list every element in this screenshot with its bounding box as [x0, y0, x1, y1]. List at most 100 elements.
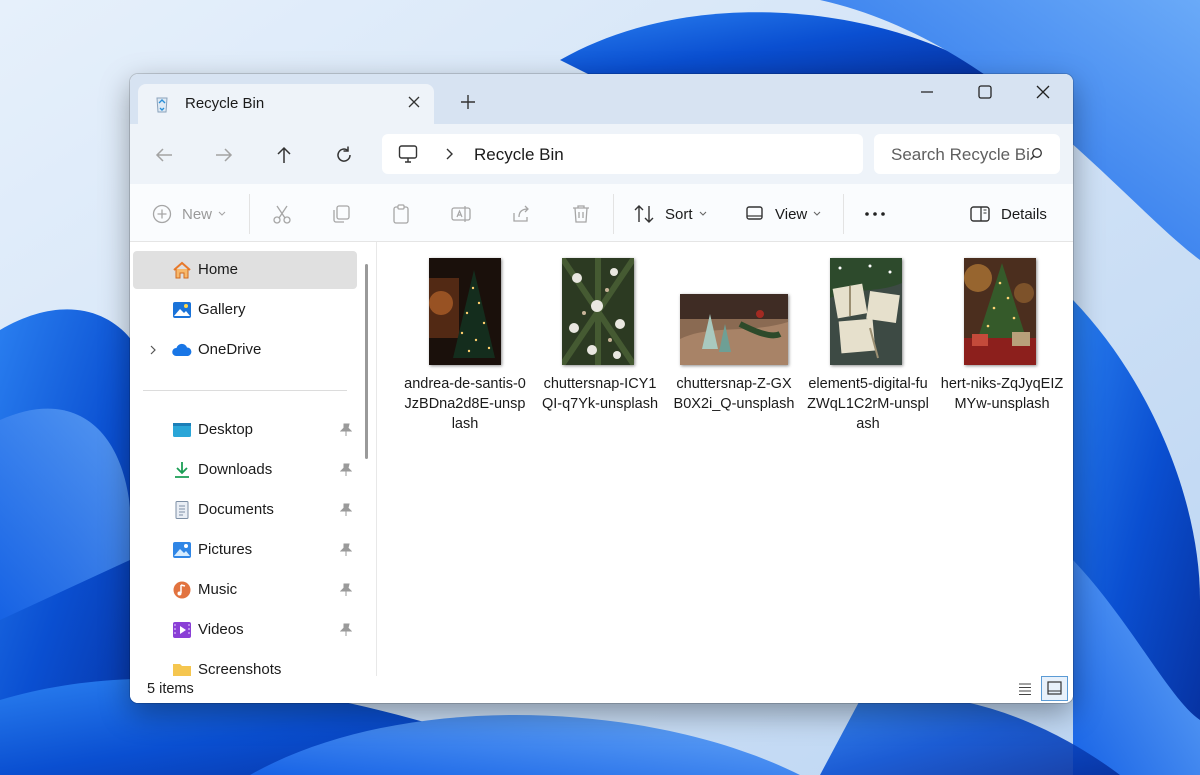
delete-icon[interactable] — [570, 203, 592, 225]
pin-icon[interactable] — [340, 463, 352, 477]
file-list: andrea-de-santis-0JzBDna2d8E-unsplash ch… — [377, 242, 1073, 676]
file-explorer-window: Recycle Bin Recycle Bin Search Recycle B… — [130, 74, 1073, 703]
view-icon — [746, 206, 763, 220]
file-name: element5-digital-fuZWqL1C2rM-unsplash — [807, 376, 929, 432]
view-label: View — [775, 205, 808, 223]
forward-arrow-icon[interactable] — [213, 144, 235, 166]
new-button[interactable]: New — [152, 203, 226, 225]
pin-icon[interactable] — [340, 583, 352, 597]
file-thumbnail — [806, 256, 930, 368]
christmas-tree-gifts-thumbnail — [964, 258, 1036, 365]
file-name: chuttersnap-Z-GXB0X2i_Q-unsplash — [673, 376, 795, 412]
file-item[interactable]: element5-digital-fuZWqL1C2rM-unsplash — [806, 256, 930, 436]
large-icons-view-icon — [1047, 681, 1062, 695]
sidebar-item-pictures[interactable]: Pictures — [133, 531, 357, 569]
onedrive-icon — [172, 343, 192, 356]
chevron-down-icon — [218, 211, 226, 216]
chevron-right-icon[interactable] — [149, 345, 157, 355]
back-arrow-icon[interactable] — [153, 144, 175, 166]
close-tab-icon[interactable] — [404, 92, 424, 112]
maximize-icon[interactable] — [970, 82, 1000, 102]
sidebar-item-gallery[interactable]: Gallery — [133, 291, 357, 329]
file-name: hert-niks-ZqJyqEIZMYw-unsplash — [940, 376, 1064, 412]
tab-title: Recycle Bin — [185, 95, 265, 112]
sidebar-item-label: Downloads — [198, 461, 273, 478]
sidebar-item-label: Screenshots — [198, 661, 282, 676]
sort-button[interactable]: Sort — [633, 203, 707, 225]
christmas-tree-dark-thumbnail — [429, 258, 501, 365]
christmas-ornaments-thumbnail — [562, 258, 634, 365]
sort-label: Sort — [665, 205, 693, 223]
refresh-icon[interactable] — [333, 144, 355, 166]
status-bar: 5 items — [130, 676, 1073, 703]
pin-icon[interactable] — [340, 503, 352, 517]
sidebar-item-label: Music — [198, 581, 238, 598]
details-pane-button[interactable]: Details — [969, 203, 1047, 225]
sidebar-item-label: Videos — [198, 621, 244, 638]
sidebar-item-home[interactable]: Home — [133, 251, 357, 289]
tab-recycle-bin[interactable]: Recycle Bin — [138, 84, 434, 124]
more-options-icon[interactable] — [863, 203, 887, 225]
sidebar-item-downloads[interactable]: Downloads — [133, 451, 357, 489]
sidebar-item-desktop[interactable]: Desktop — [133, 411, 357, 449]
home-icon — [173, 261, 191, 279]
sidebar-item-music[interactable]: Music — [133, 571, 357, 609]
navigation-pane: Home Gallery OneDrive Desktop Downloads … — [130, 242, 376, 676]
minimize-icon[interactable] — [912, 82, 942, 102]
sidebar-item-screenshots[interactable]: Screenshots — [133, 651, 357, 676]
pin-icon[interactable] — [340, 543, 352, 557]
title-bar: Recycle Bin — [130, 74, 1073, 124]
sidebar-divider — [143, 390, 347, 391]
close-window-icon[interactable] — [1028, 82, 1058, 102]
search-icon[interactable] — [1029, 147, 1043, 161]
file-name: chuttersnap-ICY1QI-q7Yk-unsplash — [541, 376, 659, 412]
sidebar-item-onedrive[interactable]: OneDrive — [133, 331, 357, 369]
sidebar-item-label: Documents — [198, 501, 274, 518]
details-view-icon[interactable] — [1018, 682, 1032, 696]
file-item[interactable]: hert-niks-ZqJyqEIZMYw-unsplash — [940, 256, 1064, 436]
file-thumbnail — [940, 256, 1064, 368]
sidebar-item-label: Desktop — [198, 421, 254, 438]
rename-icon[interactable] — [450, 203, 472, 225]
add-circle-icon — [152, 204, 172, 224]
large-icons-view-button[interactable] — [1041, 676, 1068, 701]
address-bar[interactable]: Recycle Bin — [382, 134, 863, 174]
desktop-icon — [173, 423, 191, 437]
recycle-bin-icon — [156, 97, 168, 113]
chevron-down-icon — [813, 211, 821, 216]
file-item[interactable]: chuttersnap-ICY1QI-q7Yk-unsplash — [538, 256, 662, 436]
pin-icon[interactable] — [340, 423, 352, 437]
file-item[interactable]: andrea-de-santis-0JzBDna2d8E-unsplash — [403, 256, 527, 436]
sidebar-item-documents[interactable]: Documents — [133, 491, 357, 529]
pin-icon[interactable] — [340, 623, 352, 637]
folder-icon — [173, 664, 191, 676]
details-pane-icon — [970, 206, 990, 222]
search-input[interactable]: Search Recycle Bin — [874, 134, 1060, 174]
table-decoration-thumbnail — [680, 294, 788, 365]
sidebar-item-videos[interactable]: Videos — [133, 611, 357, 649]
downloads-icon — [175, 462, 189, 478]
new-tab-icon[interactable] — [460, 94, 476, 110]
toolbar-separator — [843, 194, 844, 234]
details-label: Details — [1001, 205, 1047, 223]
pictures-icon — [173, 542, 191, 558]
gallery-icon — [173, 302, 191, 318]
sidebar-scrollbar[interactable] — [365, 264, 368, 459]
file-item[interactable]: chuttersnap-Z-GXB0X2i_Q-unsplash — [672, 256, 796, 436]
view-button[interactable]: View — [745, 203, 821, 225]
sort-icon — [634, 205, 654, 223]
sidebar-item-label: OneDrive — [198, 341, 262, 358]
documents-icon — [175, 501, 189, 519]
toolbar-separator — [249, 194, 250, 234]
up-arrow-icon[interactable] — [273, 144, 295, 166]
file-thumbnail — [538, 256, 662, 368]
toolbar-separator — [613, 194, 614, 234]
paste-icon[interactable] — [390, 203, 412, 225]
share-icon[interactable] — [510, 203, 532, 225]
address-location: Recycle Bin — [474, 145, 564, 164]
chevron-right-icon[interactable] — [444, 148, 454, 160]
cut-icon[interactable] — [271, 203, 293, 225]
file-name: andrea-de-santis-0JzBDna2d8E-unsplash — [404, 376, 526, 432]
file-thumbnail — [672, 256, 796, 368]
copy-icon[interactable] — [330, 203, 352, 225]
